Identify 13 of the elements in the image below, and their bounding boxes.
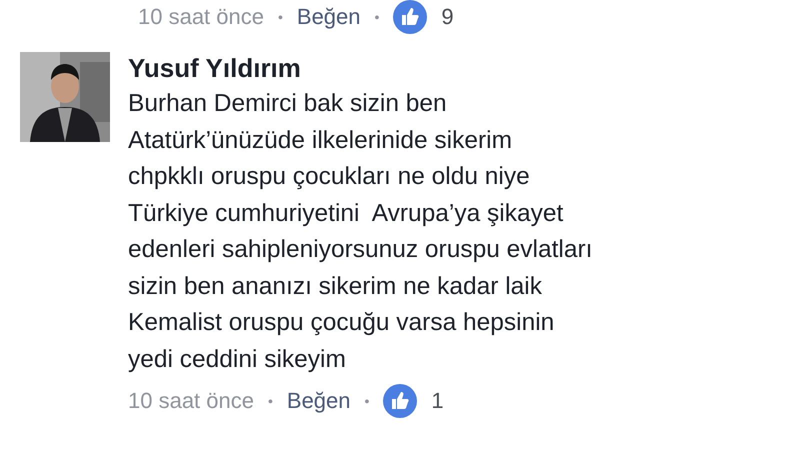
separator-dot: • bbox=[374, 9, 380, 25]
comment-time: 10 saat önce bbox=[138, 4, 264, 30]
like-count: 9 bbox=[441, 4, 454, 30]
separator-dot: • bbox=[278, 9, 283, 25]
separator-dot: • bbox=[364, 393, 370, 409]
like-count: 1 bbox=[431, 388, 444, 414]
comment-text: Burhan Demirci bak sizin ben Atatürk’ünüzüde ilkelerinide sikerim chpkklı oruspu çocukları ne oldu niye Türkiye cumhuriyetini Avrupa’ya şikayet edenleri sahipleniyorsunuz oruspu evlatları sizin ben ananızı sikerim ne kadar laik Kemalist oruspu çocuğu varsa hepsinin yedi ceddini sikeyim bbox=[128, 89, 592, 374]
author-name[interactable]: Yusuf Yıldırım bbox=[128, 52, 301, 84]
comment-time: 10 saat önce bbox=[128, 388, 254, 414]
separator-dot: • bbox=[268, 393, 273, 409]
like-link[interactable]: Beğen bbox=[296, 4, 361, 30]
like-link[interactable]: Beğen bbox=[286, 388, 351, 414]
like-icon bbox=[383, 384, 418, 418]
